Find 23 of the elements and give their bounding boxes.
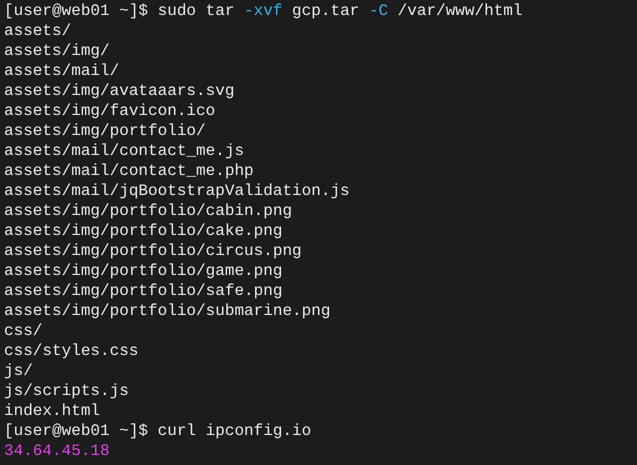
terminal-line: 34.64.45.18 (4, 441, 110, 461)
terminal-line: js/ (4, 361, 33, 381)
terminal-line: assets/mail/jqBootstrapValidation.js (4, 181, 350, 201)
terminal-line: assets/img/portfolio/game.png (4, 261, 282, 281)
terminal-line: css/styles.css (4, 341, 138, 361)
terminal-line: assets/img/avataaars.svg (4, 81, 234, 101)
terminal-line: assets/mail/contact_me.php (4, 161, 254, 181)
terminal-line: assets/mail/ (4, 61, 120, 81)
terminal-line: assets/img/portfolio/safe.png (4, 281, 282, 301)
terminal-line: assets/img/portfolio/cake.png (4, 221, 282, 241)
terminal-line: assets/img/favicon.ico (4, 101, 216, 121)
terminal-line: assets/mail/contact_me.js (4, 141, 244, 161)
terminal-line: assets/img/portfolio/cabin.png (4, 201, 292, 221)
terminal-line: [user@web01 ~]$ curl ipconfig.io (4, 421, 312, 441)
terminal-line: index.html (4, 401, 100, 421)
terminal-line: assets/img/portfolio/ (4, 121, 206, 141)
terminal-line: css/ (4, 321, 42, 341)
terminal-line: assets/img/portfolio/submarine.png (4, 301, 330, 321)
terminal-line: assets/img/portfolio/circus.png (4, 241, 302, 261)
terminal-line: assets/ (4, 21, 72, 41)
terminal-line: assets/img/ (4, 41, 110, 61)
terminal-line: [user@web01 ~]$ sudo tar -xvf gcp.tar -C /var/www/html (4, 1, 522, 21)
terminal-line: js/scripts.js (4, 381, 129, 401)
